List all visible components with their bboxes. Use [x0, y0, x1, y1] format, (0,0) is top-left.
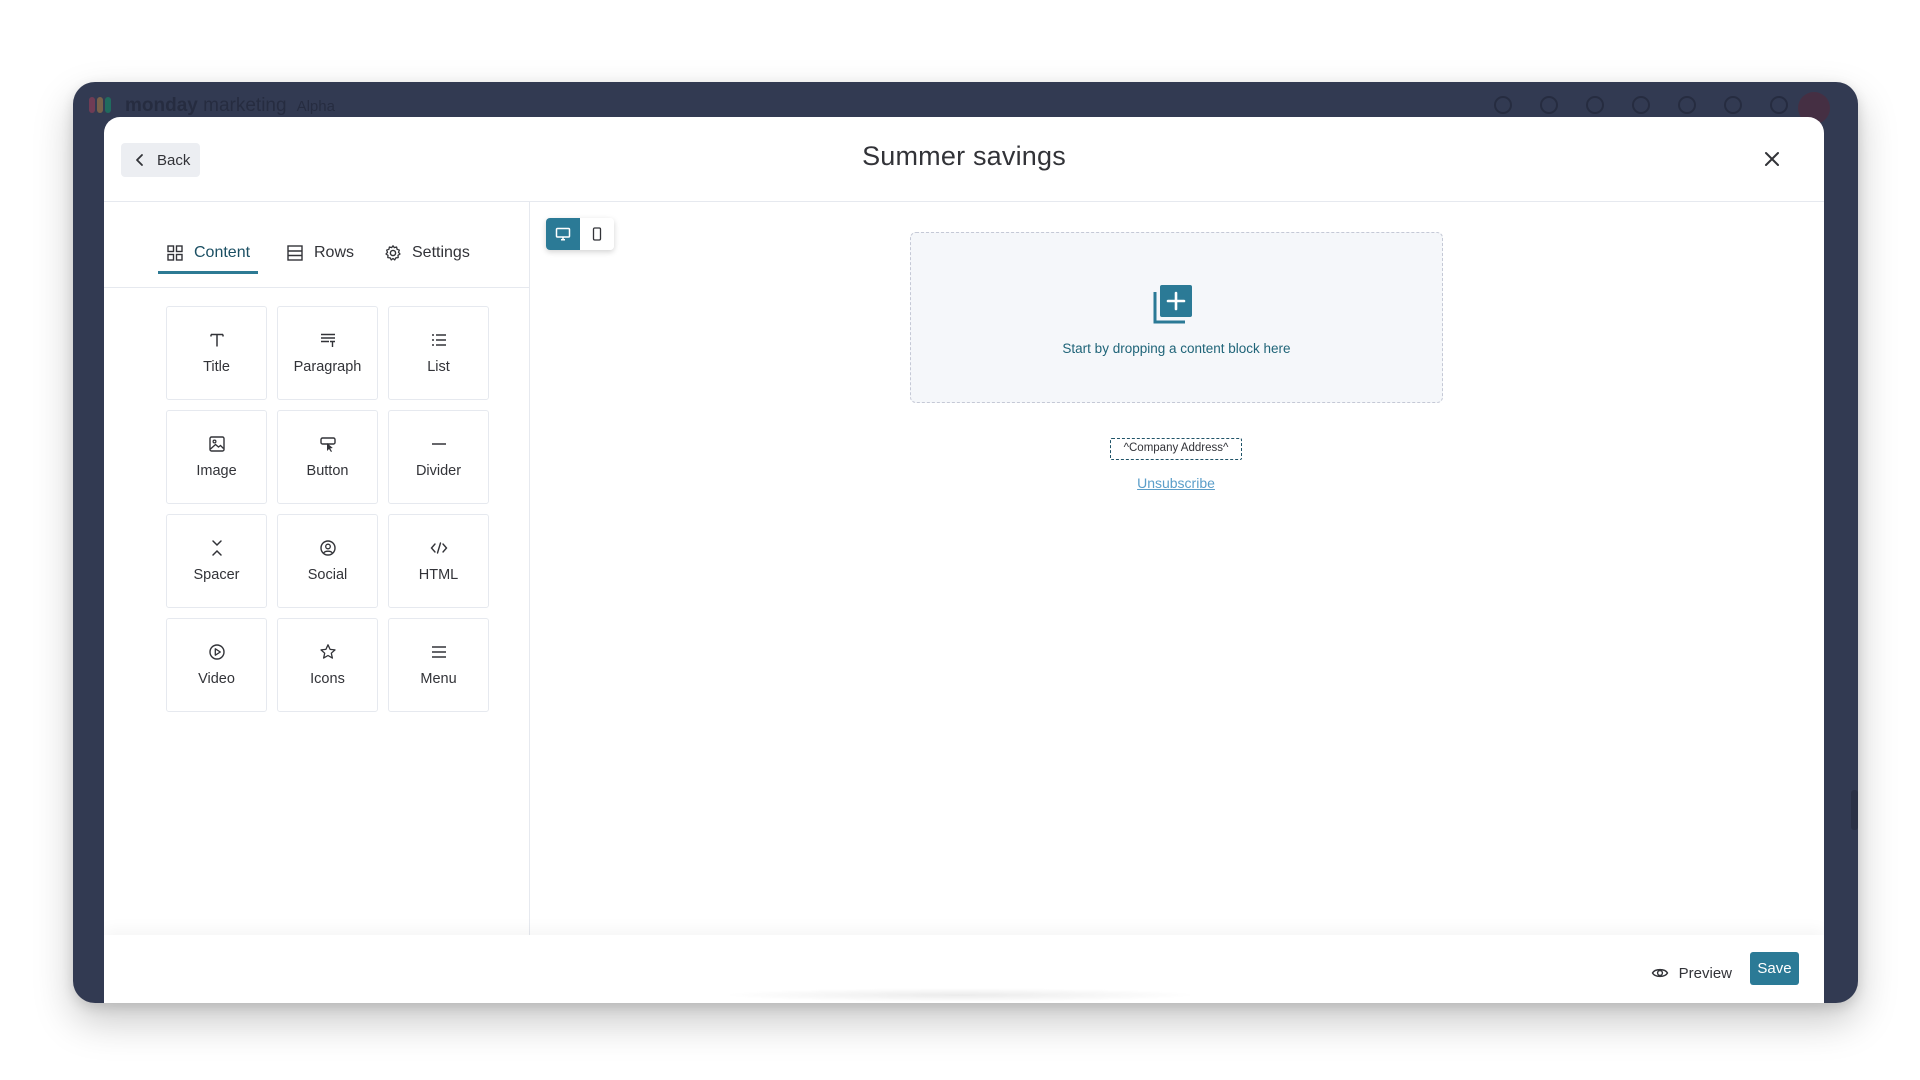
rows-icon: [287, 245, 303, 261]
monday-logo-icon: [89, 94, 117, 116]
help-icon: [1724, 96, 1742, 114]
mobile-view-button[interactable]: [580, 218, 614, 250]
button-icon: [319, 437, 336, 452]
invite-icon: [1586, 96, 1604, 114]
paragraph-icon: [320, 333, 335, 347]
page-title: Summer savings: [862, 141, 1066, 171]
tab-settings-label: Settings: [412, 244, 470, 261]
block-label: Menu: [420, 671, 457, 687]
device-toggle: [546, 218, 614, 250]
block-label: Button: [306, 463, 349, 479]
block-video[interactable]: Video: [166, 618, 267, 712]
tab-settings[interactable]: Settings: [376, 235, 478, 271]
grid-menu-icon: [1770, 96, 1788, 114]
app-topbar: monday marketing Alpha: [73, 82, 1858, 124]
block-button[interactable]: Button: [277, 410, 378, 504]
social-icon: [319, 540, 336, 556]
block-label: HTML: [418, 567, 459, 583]
email-canvas: Start by dropping a content block here ^…: [530, 202, 1824, 935]
brand-name: monday marketing Alpha: [125, 95, 335, 116]
block-menu[interactable]: Menu: [388, 618, 489, 712]
eye-icon: [1651, 968, 1668, 978]
block-icons[interactable]: Icons: [277, 618, 378, 712]
close-button[interactable]: [1758, 146, 1786, 174]
tab-rows[interactable]: Rows: [278, 235, 362, 271]
close-icon: [1765, 151, 1779, 166]
gear-icon: [385, 245, 401, 261]
title-icon: [209, 333, 224, 347]
desktop-view-button[interactable]: [546, 218, 580, 250]
blocks-sidebar: Content Rows Settings Title Paragraph Li…: [104, 202, 530, 935]
tab-content-label: Content: [194, 244, 251, 261]
block-label: Divider: [415, 463, 462, 479]
tab-rows-label: Rows: [314, 244, 355, 261]
email-editor-modal: Back Summer savings Content Rows Setting…: [104, 117, 1824, 1003]
bell-icon: [1494, 96, 1512, 114]
block-list[interactable]: List: [388, 306, 489, 400]
divider-icon: [431, 443, 446, 445]
dropzone-text: Start by dropping a content block here: [1062, 341, 1291, 356]
block-html[interactable]: HTML: [388, 514, 489, 608]
apps-icon: [1632, 96, 1650, 114]
tab-content[interactable]: Content: [158, 235, 259, 274]
block-image[interactable]: Image: [166, 410, 267, 504]
block-spacer[interactable]: Spacer: [166, 514, 267, 608]
video-icon: [208, 644, 225, 660]
modal-header: Back Summer savings: [104, 117, 1824, 202]
image-icon: [208, 436, 225, 452]
search-icon: [1678, 96, 1696, 114]
desktop-icon: [555, 227, 571, 241]
preview-button[interactable]: Preview: [1647, 958, 1736, 988]
spacer-icon: [211, 540, 222, 556]
block-label: Icons: [310, 671, 345, 687]
block-label: Image: [196, 463, 237, 479]
company-address-merge-tag[interactable]: ^Company Address^: [1110, 438, 1242, 460]
mobile-icon: [592, 227, 602, 241]
inbox-icon: [1540, 96, 1558, 114]
block-title[interactable]: Title: [166, 306, 267, 400]
sidebar-tabs: Content Rows Settings: [104, 202, 529, 288]
preview-label: Preview: [1678, 964, 1732, 982]
block-label: List: [427, 359, 450, 375]
block-label: Title: [203, 359, 230, 375]
content-blocks-grid: Title Paragraph List Image Button Divide…: [166, 306, 489, 712]
block-paragraph[interactable]: Paragraph: [277, 306, 378, 400]
html-icon: [430, 542, 447, 554]
block-social[interactable]: Social: [277, 514, 378, 608]
grid-icon: [167, 245, 183, 261]
save-button[interactable]: Save: [1750, 952, 1799, 985]
decorative-shadow: [720, 988, 1200, 1002]
content-dropzone[interactable]: Start by dropping a content block here: [910, 232, 1443, 403]
star-icon: [319, 644, 336, 659]
scrollbar[interactable]: [1851, 790, 1858, 830]
block-label: Spacer: [193, 567, 240, 583]
menu-icon: [431, 646, 446, 658]
block-divider[interactable]: Divider: [388, 410, 489, 504]
add-block-icon: [1153, 285, 1192, 324]
block-label: Social: [307, 567, 348, 583]
list-icon: [431, 334, 446, 346]
block-label: Paragraph: [293, 359, 362, 375]
block-label: Video: [198, 671, 235, 687]
topbar-icons: [1494, 96, 1788, 114]
unsubscribe-link[interactable]: Unsubscribe: [1110, 475, 1242, 491]
